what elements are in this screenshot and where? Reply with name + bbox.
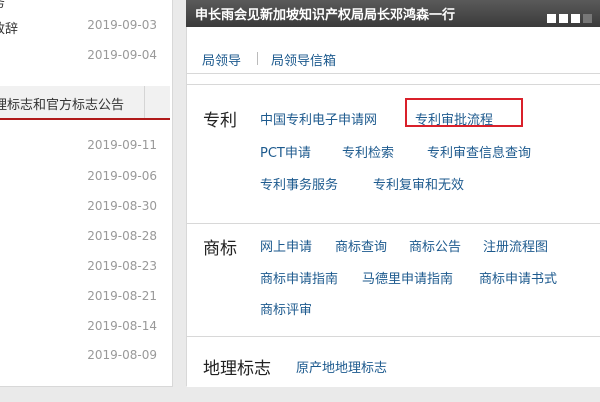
highlight-box — [405, 98, 523, 127]
patent-exam-info-query-link[interactable]: 专利审查信息查询 — [427, 142, 531, 161]
list-item-date: 2019-08-30 — [87, 199, 157, 213]
patent-section: 专利 中国专利电子申请网 专利审批流程 PCT申请 专利检索 专利审查信息查询 … — [187, 84, 600, 211]
tm-search-link[interactable]: 商标查询 — [335, 236, 387, 255]
notice-tab-label[interactable]: 理标志和官方标志公告 — [0, 94, 124, 113]
tm-registration-flowchart-link[interactable]: 注册流程图 — [483, 236, 548, 255]
geo-section-title: 地理标志 — [203, 359, 271, 379]
left-news-panel: 务 致辞 2019-09-03 2019-09-04 理标志和官方标志公告 20… — [0, 0, 173, 387]
tm-application-guide-link[interactable]: 商标申请指南 — [260, 268, 338, 287]
news-carousel-banner[interactable]: 申长雨会见新加坡知识产权局局长邓鸿森一行 — [186, 0, 600, 27]
carousel-dot[interactable] — [559, 14, 568, 23]
leaders-mailbox-link[interactable]: 局领导信箱 — [271, 50, 336, 69]
carousel-dot[interactable] — [547, 14, 556, 23]
news-item-title[interactable]: 务 — [0, 0, 5, 11]
patent-e-filing-link[interactable]: 中国专利电子申请网 — [260, 109, 377, 128]
trademark-section-title: 商标 — [203, 239, 237, 259]
tab-divider — [144, 86, 145, 118]
list-item-date: 2019-08-09 — [87, 348, 157, 362]
list-item-date: 2019-09-11 — [87, 138, 157, 152]
carousel-dot[interactable] — [583, 14, 592, 23]
carousel-indicators — [544, 8, 592, 27]
services-panel: 局领导 局领导信箱 专利 中国专利电子申请网 专利审批流程 PCT申请 专利检索… — [186, 27, 600, 387]
news-item-date: 2019-09-04 — [87, 48, 157, 62]
pct-application-link[interactable]: PCT申请 — [260, 142, 311, 161]
tm-application-forms-link[interactable]: 商标申请书式 — [479, 268, 557, 287]
patent-reexamination-link[interactable]: 专利复审和无效 — [373, 174, 464, 193]
geo-indication-section: 地理标志 原产地地理标志 — [187, 336, 600, 387]
tm-online-apply-link[interactable]: 网上申请 — [260, 236, 312, 255]
geo-origin-link[interactable]: 原产地地理标志 — [296, 357, 387, 376]
news-item-title[interactable]: 致辞 — [0, 18, 18, 37]
leaders-link[interactable]: 局领导 — [202, 50, 241, 69]
leaders-bar: 局领导 局领导信箱 — [187, 27, 600, 74]
news-item-date: 2019-09-03 — [87, 18, 157, 32]
carousel-dot[interactable] — [571, 14, 580, 23]
madrid-guide-link[interactable]: 马德里申请指南 — [362, 268, 453, 287]
list-item-date: 2019-08-14 — [87, 319, 157, 333]
trademark-section: 商标 网上申请 商标查询 商标公告 注册流程图 商标申请指南 马德里申请指南 商… — [187, 223, 600, 354]
patent-affairs-service-link[interactable]: 专利事务服务 — [260, 174, 338, 193]
divider — [257, 52, 258, 65]
list-item-date: 2019-08-21 — [87, 289, 157, 303]
list-item-date: 2019-08-23 — [87, 259, 157, 273]
patent-section-title: 专利 — [203, 111, 237, 131]
banner-caption[interactable]: 申长雨会见新加坡知识产权局局长邓鸿森一行 — [195, 4, 455, 23]
tm-announcement-link[interactable]: 商标公告 — [409, 236, 461, 255]
list-item-date: 2019-08-28 — [87, 229, 157, 243]
patent-search-link[interactable]: 专利检索 — [342, 142, 394, 161]
notice-tab-header[interactable]: 理标志和官方标志公告 — [0, 86, 170, 120]
tm-review-link[interactable]: 商标评审 — [260, 299, 312, 318]
list-item-date: 2019-09-06 — [87, 169, 157, 183]
